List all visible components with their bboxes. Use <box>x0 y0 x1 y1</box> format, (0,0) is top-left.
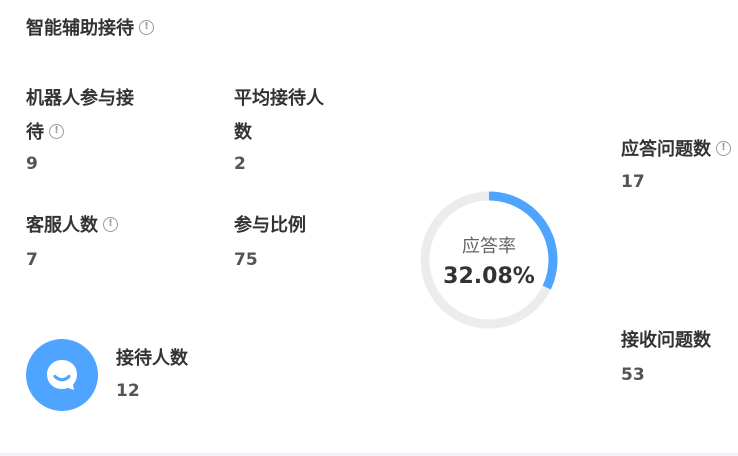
stat-participation-ratio: 参与比例 75 <box>234 209 306 271</box>
info-icon[interactable]: ! <box>103 216 118 232</box>
info-icon[interactable]: ! <box>139 19 154 35</box>
stat-answered-questions-value: 17 <box>621 172 645 192</box>
stat-robot-participate: 机器人参与接 待! 9 <box>26 82 158 175</box>
answer-rate-donut <box>420 191 558 329</box>
stat-participation-ratio-label: 参与比例 <box>234 215 306 236</box>
stat-agent-count-value: 7 <box>26 250 38 270</box>
stat-participation-ratio-value: 75 <box>234 250 258 270</box>
stat-answered-questions: 应答问题数! 17 <box>621 133 738 193</box>
stat-received-questions-label: 接收问题数 <box>621 330 711 351</box>
stat-received-questions: 接收问题数 53 <box>621 324 738 386</box>
stat-answered-questions-label-text: 应答问题数 <box>621 139 711 160</box>
section-title: 智能辅助接待! <box>26 16 154 42</box>
chat-bubble-glyph <box>47 360 77 390</box>
info-icon[interactable]: ! <box>49 123 64 139</box>
chat-bubble-icon <box>26 339 98 411</box>
stat-avg-reception-value: 2 <box>234 154 246 174</box>
stat-reception-count: 接待人数 12 <box>116 342 188 402</box>
stat-avg-reception-label-line2: 数 <box>234 122 252 143</box>
stat-avg-reception-label-line1: 平均接待人 <box>234 88 324 109</box>
stat-received-questions-value: 53 <box>621 365 645 385</box>
section-title-text: 智能辅助接待 <box>26 18 134 39</box>
info-icon[interactable]: ! <box>716 140 731 156</box>
stat-avg-reception: 平均接待人 数 2 <box>234 82 366 175</box>
stat-robot-participate-value: 9 <box>26 154 38 174</box>
stat-answered-questions-label: 应答问题数! <box>621 133 738 167</box>
stat-agent-count-label-text: 客服人数 <box>26 215 98 236</box>
stat-reception-count-value: 12 <box>116 381 140 401</box>
stat-reception-count-label: 接待人数 <box>116 348 188 369</box>
stat-avg-reception-label: 平均接待人 数 <box>234 82 366 150</box>
stat-robot-participate-label-line1: 机器人参与接 <box>26 88 134 109</box>
donut-value: 32.08% <box>443 264 535 289</box>
stat-agent-count-label: 客服人数! <box>26 209 118 243</box>
stat-robot-participate-label: 机器人参与接 待! <box>26 82 158 150</box>
donut-label: 应答率 <box>462 236 516 257</box>
stat-robot-participate-label-line2: 待 <box>26 122 44 143</box>
stat-agent-count: 客服人数! 7 <box>26 209 118 271</box>
